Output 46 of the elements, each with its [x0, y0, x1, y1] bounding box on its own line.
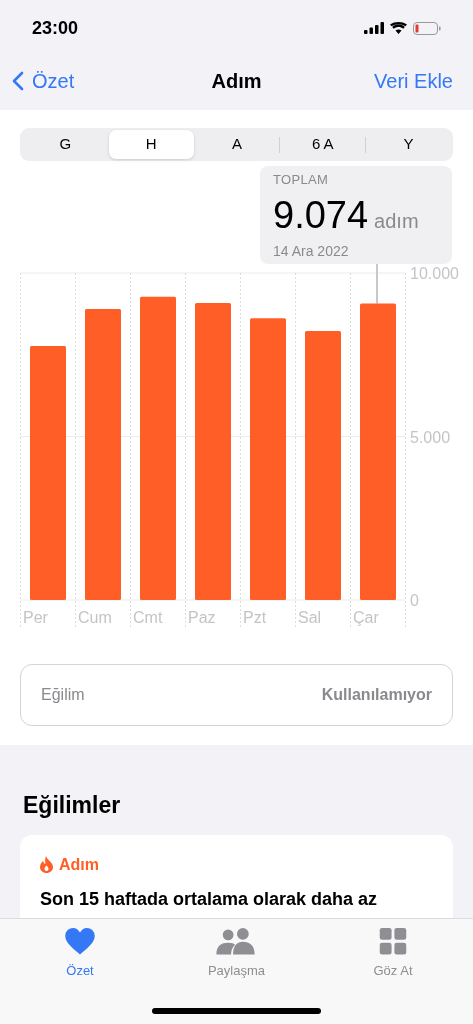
trend-card[interactable]: Adım Son 15 haftada ortalama olarak daha az [20, 834, 453, 919]
page-title: Adım [211, 69, 262, 94]
bar[interactable] [140, 296, 176, 600]
chevron-left-icon [12, 71, 24, 91]
add-data-button[interactable]: Veri Ekle [374, 66, 461, 96]
bar[interactable] [360, 303, 396, 600]
x-axis-label: Sal [298, 609, 322, 626]
segment-tab[interactable]: A [194, 130, 280, 159]
grid-icon [379, 928, 407, 955]
x-axis-label: Cum [78, 609, 112, 626]
x-axis-label: Cmt [133, 609, 163, 626]
y-axis-label: 0 [410, 592, 419, 609]
tooltip-value: 9.074 [273, 195, 369, 234]
tooltip-unit: adım [374, 210, 419, 231]
card-text: Son 15 haftada ortalama olarak daha az [40, 887, 379, 911]
segment-tab[interactable]: G [23, 130, 108, 159]
x-axis-label: Pzt [243, 609, 267, 626]
trend-label: Eğilim [41, 685, 85, 705]
bar[interactable] [195, 303, 231, 600]
bar[interactable] [305, 330, 341, 600]
people-icon [216, 928, 257, 955]
trend-value: Kullanılamıyor [321, 685, 432, 705]
tooltip-date: 14 Ara 2022 [273, 241, 350, 261]
y-axis-label: 10.000 [410, 265, 459, 282]
segment-tab[interactable]: H [108, 130, 194, 159]
segment-tab[interactable]: 6 A [280, 130, 366, 159]
status-time: 23:00 [32, 16, 79, 40]
x-axis-label: Paz [188, 609, 216, 626]
section-title: Eğilimler [23, 791, 122, 820]
signal-icon [364, 22, 384, 34]
bar[interactable] [250, 318, 286, 600]
segment-tab[interactable]: Y [366, 130, 451, 159]
x-axis-label: Çar [353, 609, 379, 626]
tab-bar-item[interactable]: Özet [52, 928, 108, 980]
card-category: Adım [59, 854, 99, 875]
back-button[interactable]: Özet [12, 66, 75, 96]
trend-row[interactable]: Eğilim Kullanılamıyor [20, 664, 453, 726]
bar[interactable] [85, 308, 121, 600]
bar[interactable] [30, 345, 66, 600]
flame-icon [40, 856, 53, 873]
heart-icon [65, 928, 95, 955]
y-axis-label: 5.000 [410, 428, 451, 446]
wifi-icon [390, 22, 407, 34]
battery-icon [413, 21, 441, 35]
x-axis-label: Per [23, 609, 48, 626]
tooltip-label: TOPLAM [273, 171, 330, 189]
